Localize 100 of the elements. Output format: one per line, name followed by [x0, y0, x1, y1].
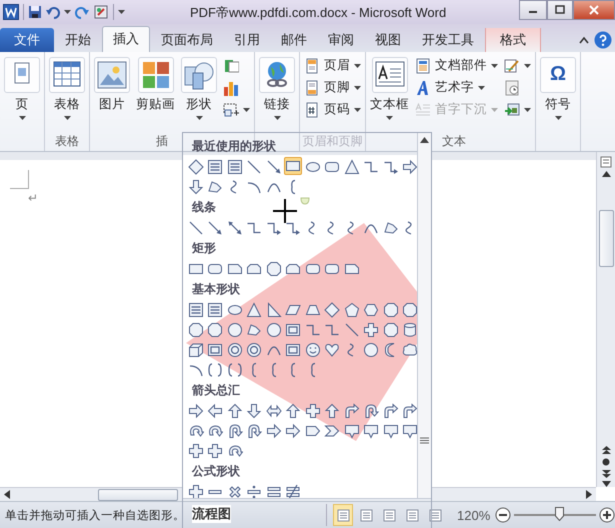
shape-icon[interactable]	[285, 484, 302, 498]
shape-icon[interactable]	[382, 423, 399, 439]
shape-icon[interactable]	[285, 322, 302, 338]
shape-icon[interactable]	[226, 403, 243, 419]
shape-icon[interactable]	[226, 362, 243, 378]
ribbon-tab[interactable]: 页面布局	[151, 28, 223, 52]
zoom-out-icon[interactable]	[495, 507, 511, 524]
shape-icon[interactable]	[285, 261, 302, 277]
shape-icon[interactable]	[188, 179, 204, 195]
ribbon-button[interactable]: 表格	[47, 54, 87, 133]
ribbon-tab[interactable]: 格式	[485, 28, 541, 52]
shape-icon[interactable]	[402, 302, 417, 318]
ribbon-button[interactable]: 页码	[302, 100, 363, 119]
browse-object-icon[interactable]	[601, 457, 611, 468]
page-view-icon[interactable]	[360, 508, 372, 522]
ribbon-button[interactable]	[221, 100, 252, 119]
ribbon-tab[interactable]: 视图	[365, 28, 411, 52]
shape-icon[interactable]	[402, 322, 417, 338]
shape-icon[interactable]	[402, 423, 417, 439]
close-icon[interactable]	[588, 5, 600, 15]
ribbon-button[interactable]: 图片	[92, 54, 132, 133]
shape-icon[interactable]	[324, 342, 340, 358]
ribbon-tab[interactable]: 邮件	[271, 28, 317, 52]
shape-icon[interactable]	[188, 159, 204, 175]
shape-icon[interactable]	[226, 443, 243, 459]
save-icon[interactable]	[28, 4, 42, 19]
shape-icon[interactable]	[246, 220, 262, 236]
shape-icon[interactable]	[304, 403, 321, 419]
shape-icon[interactable]	[344, 159, 360, 175]
ribbon-tab[interactable]: 文件	[0, 28, 54, 52]
shape-icon[interactable]	[344, 261, 360, 277]
shape-icon[interactable]	[246, 484, 262, 498]
shape-icon[interactable]	[304, 302, 321, 318]
shape-icon[interactable]	[246, 159, 262, 175]
shape-icon[interactable]	[188, 443, 204, 459]
shape-icon[interactable]	[266, 484, 282, 498]
shape-icon[interactable]	[246, 302, 262, 318]
customize-icon[interactable]	[93, 4, 109, 20]
shape-icon[interactable]	[382, 403, 399, 419]
next-page-icon[interactable]	[602, 470, 610, 478]
shape-icon[interactable]	[324, 159, 340, 175]
shape-icon[interactable]	[304, 423, 321, 439]
ribbon-tab[interactable]: 开始	[55, 28, 101, 52]
shape-icon[interactable]	[266, 423, 282, 439]
shape-icon[interactable]	[226, 220, 243, 236]
ruler-toggle-icon[interactable]	[600, 156, 612, 168]
scroll-left-icon[interactable]	[4, 490, 10, 500]
shape-icon[interactable]	[246, 261, 262, 277]
shape-icon[interactable]	[207, 179, 224, 195]
page-view-icon[interactable]	[406, 508, 418, 522]
shape-icon[interactable]	[382, 220, 399, 236]
undo-icon[interactable]	[46, 4, 60, 19]
shape-icon[interactable]	[344, 403, 360, 419]
shape-icon[interactable]	[382, 159, 399, 175]
collapse-ribbon-icon[interactable]	[579, 36, 589, 44]
shape-icon[interactable]	[266, 220, 282, 236]
ribbon-tab[interactable]: 开发工具	[412, 28, 484, 52]
ribbon-tab[interactable]: 插入	[102, 26, 150, 52]
ribbon-button[interactable]: 页脚	[302, 78, 363, 97]
zoom-in-icon[interactable]	[599, 507, 615, 524]
ribbon-button[interactable]: 剪贴画	[134, 54, 177, 133]
shape-icon[interactable]	[246, 322, 262, 338]
scrollbar-thumb[interactable]	[98, 488, 178, 501]
shape-icon[interactable]	[344, 322, 360, 338]
shape-icon[interactable]	[285, 403, 302, 419]
shape-icon[interactable]	[207, 443, 224, 459]
shape-icon[interactable]	[324, 261, 340, 277]
redo-icon[interactable]	[75, 4, 89, 19]
shape-icon[interactable]	[324, 423, 340, 439]
scroll-down-icon[interactable]	[602, 481, 610, 488]
scroll-up-icon[interactable]	[420, 137, 429, 143]
shape-icon[interactable]	[188, 220, 204, 236]
maximize-button[interactable]	[547, 0, 573, 20]
shape-icon[interactable]	[226, 261, 243, 277]
shape-icon[interactable]	[285, 342, 302, 358]
shape-icon[interactable]	[246, 403, 262, 419]
shape-icon[interactable]	[207, 322, 224, 338]
shape-icon[interactable]	[363, 403, 380, 419]
shape-icon[interactable]	[207, 159, 224, 175]
shape-icon[interactable]	[363, 322, 380, 338]
page-view-icon[interactable]	[382, 508, 396, 522]
shape-icon[interactable]	[207, 362, 224, 378]
shape-icon[interactable]	[382, 322, 399, 338]
shape-icon[interactable]	[188, 423, 204, 439]
ribbon-button[interactable]: 页	[2, 54, 42, 133]
ribbon-button[interactable]: 形状	[179, 54, 219, 133]
help-icon[interactable]	[594, 30, 612, 49]
shape-icon[interactable]	[266, 302, 282, 318]
shape-icon[interactable]	[188, 261, 204, 277]
shape-icon[interactable]	[207, 261, 224, 277]
shape-icon[interactable]	[188, 322, 204, 338]
shape-icon[interactable]	[344, 423, 360, 439]
page-view-icon[interactable]	[336, 508, 350, 522]
ribbon-button[interactable]: 页眉	[302, 56, 363, 75]
shape-icon[interactable]	[266, 403, 282, 419]
ribbon-button[interactable]: Ω 符号	[538, 54, 578, 133]
shape-icon[interactable]	[188, 342, 204, 358]
view-button[interactable]	[333, 504, 353, 526]
shape-icon[interactable]	[344, 302, 360, 318]
shape-icon[interactable]	[285, 423, 302, 439]
